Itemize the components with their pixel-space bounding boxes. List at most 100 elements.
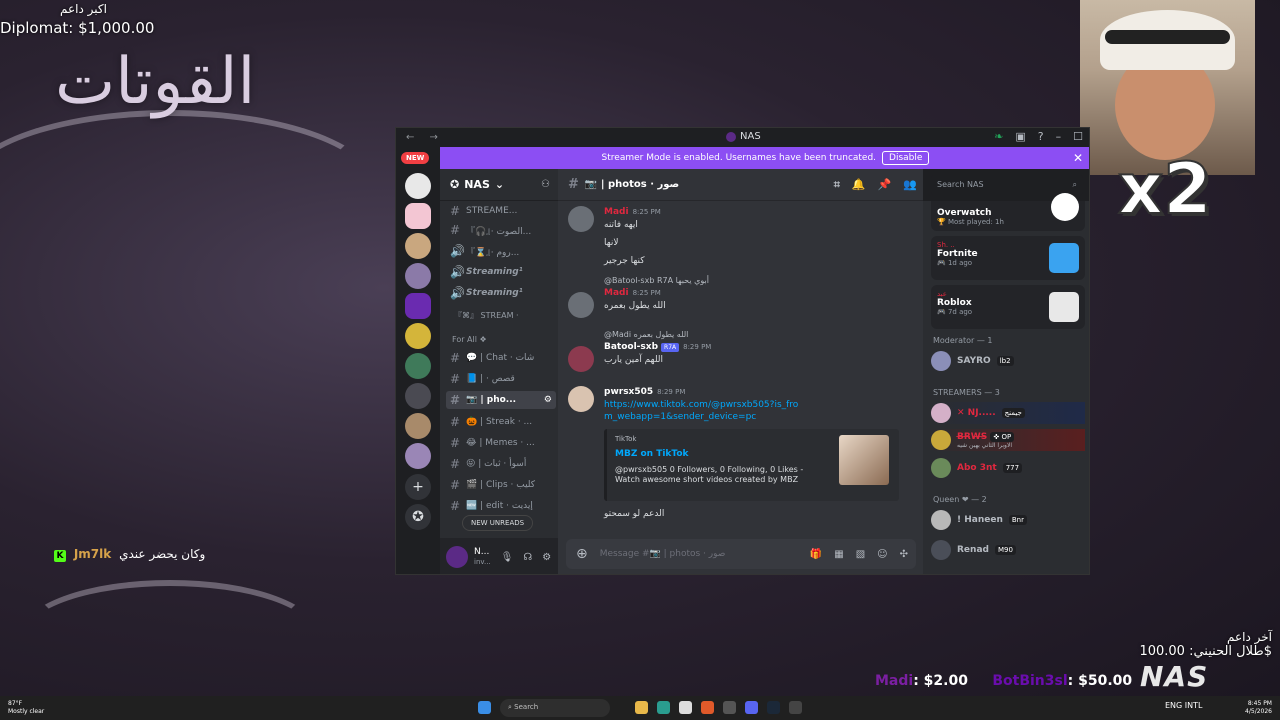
avatar[interactable]: [446, 546, 468, 568]
hash-icon: #: [568, 177, 579, 192]
server-icon-purple[interactable]: [405, 443, 431, 469]
channel-item[interactable]: # 💬 | Chat · شات: [446, 349, 556, 367]
channel-item[interactable]: # 『🎧』· الصوت...: [446, 221, 556, 239]
server-icon-simpsons[interactable]: [405, 323, 431, 349]
taskbar-search[interactable]: ⌕ Search: [500, 699, 610, 717]
user-info[interactable]: N... inv...: [474, 547, 491, 567]
emoji-icon[interactable]: ☺: [877, 549, 887, 560]
member-item[interactable]: Renad M90: [931, 539, 1085, 561]
server-icon-pink[interactable]: [405, 203, 431, 229]
bell-icon[interactable]: 🔔: [852, 178, 866, 192]
file-explorer-icon[interactable]: [635, 701, 648, 714]
channel-item[interactable]: # 🎬 | Clips · كليب: [446, 476, 556, 494]
hash-icon: #: [450, 223, 461, 237]
channel-item[interactable]: 🔊 Streaming¹: [446, 263, 556, 281]
server-header[interactable]: ✪ NAS ⌄ ⚇: [440, 169, 558, 201]
channel-item[interactable]: 🔊 『⌛』· روم...: [446, 242, 556, 260]
server-icon-nas[interactable]: [405, 293, 431, 319]
members-icon[interactable]: 👥: [903, 178, 917, 192]
message-input[interactable]: Message #📷 | photos · صور: [600, 549, 726, 559]
channel-item[interactable]: # 😂 | Memes · ...: [446, 434, 556, 452]
member-item[interactable]: Abo 3nt 777: [931, 457, 1085, 479]
system-tray[interactable]: ENG INTL: [1165, 701, 1202, 710]
apps-icon[interactable]: ✣: [900, 549, 908, 560]
edge-icon[interactable]: [657, 701, 670, 714]
channel-item[interactable]: # 🆕 | edit · إيديت: [446, 497, 556, 515]
hash-icon: #: [450, 415, 461, 429]
disable-button[interactable]: Disable: [882, 151, 930, 165]
search-input[interactable]: Search NAS ⌕: [931, 175, 1083, 195]
message-author[interactable]: Batool-sxb: [604, 342, 658, 352]
gift-icon[interactable]: 🎁: [810, 549, 822, 560]
server-icon-dark[interactable]: [405, 383, 431, 409]
new-badge[interactable]: NEW: [401, 152, 430, 164]
steam-icon[interactable]: [767, 701, 780, 714]
avatar[interactable]: [568, 206, 594, 232]
reply-preview[interactable]: @Batool-sxb R7A أبوي يحبها: [604, 276, 913, 285]
member-item[interactable]: ! Haneen Bnr: [931, 509, 1085, 531]
embed-thumbnail[interactable]: [839, 435, 889, 485]
windows-start-icon[interactable]: [478, 701, 491, 714]
server-icon-anime[interactable]: [405, 263, 431, 289]
activity-card[interactable]: عبد Roblox 🎮 7d ago: [931, 285, 1085, 329]
message-author[interactable]: pwrsx505: [604, 387, 653, 397]
explore-icon[interactable]: ✪: [405, 504, 431, 530]
channel-item[interactable]: # 😝 | أسوأ · ثبات: [446, 455, 556, 473]
app-icon[interactable]: [723, 701, 736, 714]
lang-indicator[interactable]: ENG: [1165, 701, 1182, 710]
message-link[interactable]: https://www.tiktok.com/@pwrsxb505?is_fro…: [604, 399, 804, 423]
activity-card[interactable]: Overwatch 🏆 Most played: 1h: [931, 193, 1085, 231]
message-author[interactable]: Madi: [604, 207, 629, 217]
help-icon[interactable]: ?: [1038, 130, 1044, 143]
discord-taskbar-icon[interactable]: [745, 701, 758, 714]
back-forward-icon[interactable]: ← →: [406, 132, 444, 143]
invite-icon[interactable]: ⚇: [541, 179, 550, 190]
brave-icon[interactable]: [701, 701, 714, 714]
sticker-icon[interactable]: ▧: [856, 549, 865, 560]
search-icon: ⌕: [1072, 180, 1077, 189]
microphone-icon[interactable]: 🎙: [501, 552, 514, 563]
channel-item[interactable]: 🔊 Streaming¹: [446, 284, 556, 302]
server-icon-dog[interactable]: [405, 233, 431, 259]
message-composer[interactable]: ⊕ Message #📷 | photos · صور 🎁 ▦ ▧ ☺ ✣: [566, 539, 916, 569]
message-author[interactable]: Madi: [604, 288, 629, 298]
leaf-icon[interactable]: ❧: [994, 130, 1003, 143]
weather-widget[interactable]: 87°F Mostly clear: [8, 700, 44, 716]
server-icon-realmadrid[interactable]: [405, 173, 431, 199]
pin-icon[interactable]: 📌: [878, 178, 892, 192]
category-forall[interactable]: For All ❖: [452, 335, 487, 344]
headphones-icon[interactable]: ☊: [523, 552, 532, 563]
avatar[interactable]: [568, 386, 594, 412]
channel-item-photos[interactable]: # 📷 | pho... ⚙: [446, 391, 556, 409]
member-item[interactable]: ✕ NJ..... جيمنج: [931, 402, 1085, 424]
activity-card[interactable]: Sh. .. Fortnite 🎮 1d ago: [931, 236, 1085, 280]
channel-item[interactable]: # 📘 | · قصص: [446, 370, 556, 388]
reply-preview[interactable]: @Madi الله يطول بعمره: [604, 330, 913, 339]
member-item[interactable]: SAYRO lb2: [931, 350, 1085, 372]
gif-icon[interactable]: ▦: [834, 549, 843, 560]
threads-icon[interactable]: ⌗: [834, 178, 840, 192]
store-icon[interactable]: [679, 701, 692, 714]
clock[interactable]: 8:45 PM 4/5/2026: [1245, 700, 1272, 716]
new-unreads-pill[interactable]: NEW UNREADS: [462, 515, 534, 531]
maximize-icon[interactable]: ☐: [1073, 130, 1083, 143]
lang2-indicator[interactable]: INTL: [1185, 701, 1203, 710]
avatar[interactable]: [568, 346, 594, 372]
gear-icon[interactable]: ⚙: [542, 552, 551, 563]
member-item[interactable]: B̶R̶W̶S̶ ✜ OP الاوبرا الثاني بهبن شيه: [931, 429, 1085, 451]
channel-item[interactable]: # STREAME...: [446, 202, 556, 220]
window-title: NAS: [726, 131, 761, 142]
settings-icon[interactable]: ⚙: [544, 395, 552, 405]
close-icon[interactable]: ✕: [1073, 151, 1083, 165]
category-stream[interactable]: 『⌘』 STREAM ·: [454, 310, 519, 321]
minimize-icon[interactable]: –: [1056, 130, 1062, 143]
avatar[interactable]: [568, 292, 594, 318]
member-name: ! Haneen: [957, 515, 1003, 525]
attach-plus-icon[interactable]: ⊕: [576, 546, 588, 562]
obs-icon[interactable]: [789, 701, 802, 714]
server-icon-face[interactable]: [405, 413, 431, 439]
channel-item[interactable]: # 🎃 | Streak · ...: [446, 413, 556, 431]
inbox-icon[interactable]: ▣: [1015, 130, 1025, 143]
server-icon-green[interactable]: [405, 353, 431, 379]
add-server-icon[interactable]: +: [405, 474, 431, 500]
